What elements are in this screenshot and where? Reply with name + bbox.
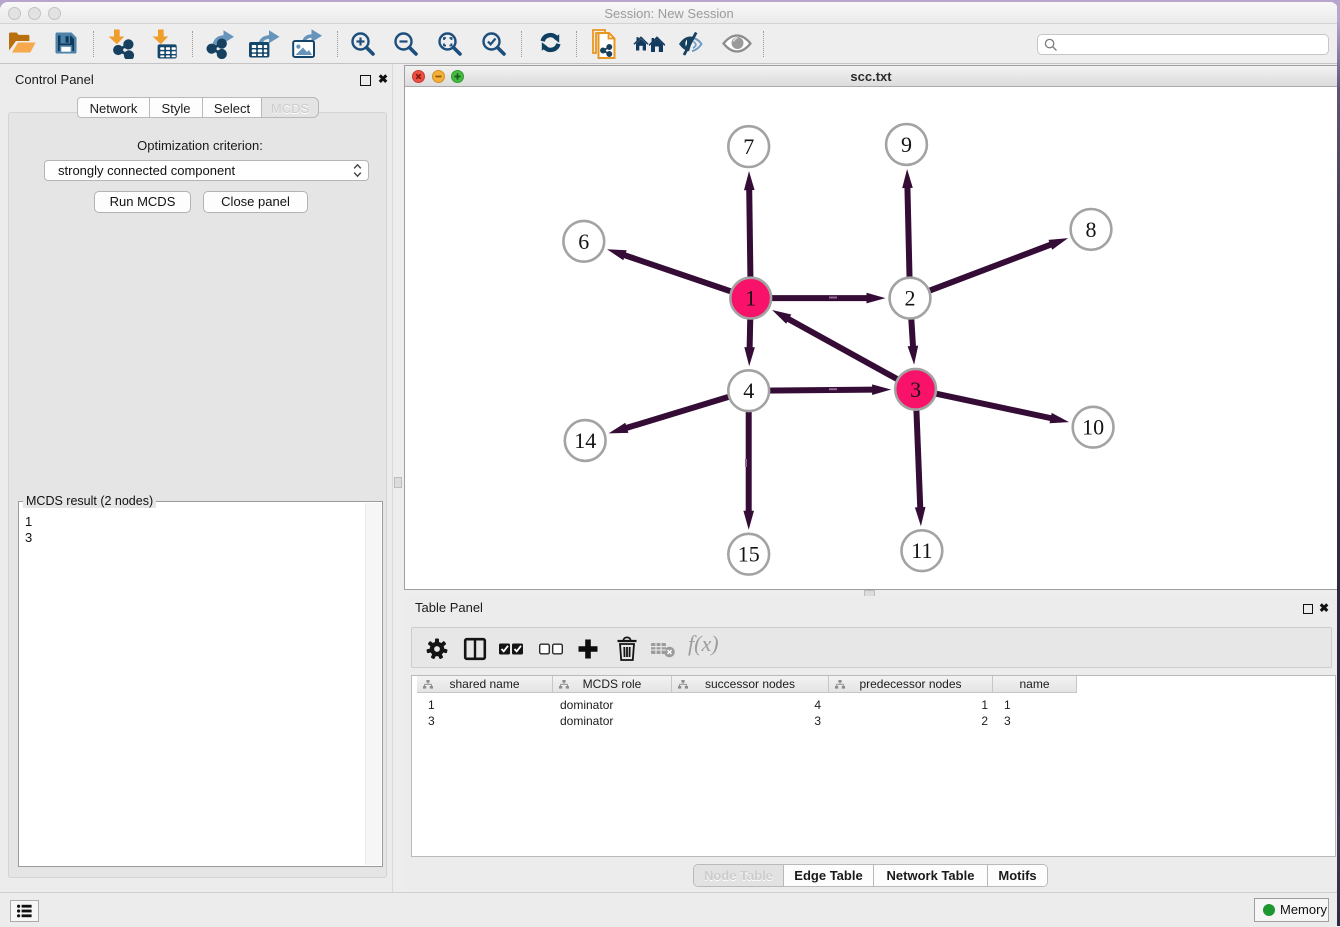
svg-text:15: 15 [738, 542, 760, 567]
svg-text:2: 2 [905, 286, 916, 311]
svg-text:9: 9 [901, 132, 912, 157]
svg-text:10: 10 [1082, 415, 1104, 440]
svg-text:3: 3 [910, 377, 921, 402]
svg-text:7: 7 [743, 134, 754, 159]
svg-text:4: 4 [743, 378, 754, 403]
svg-text:1: 1 [745, 286, 756, 311]
svg-text:14: 14 [574, 428, 596, 453]
svg-text:11: 11 [911, 538, 932, 563]
svg-text:6: 6 [578, 229, 589, 254]
svg-text:8: 8 [1086, 217, 1097, 242]
